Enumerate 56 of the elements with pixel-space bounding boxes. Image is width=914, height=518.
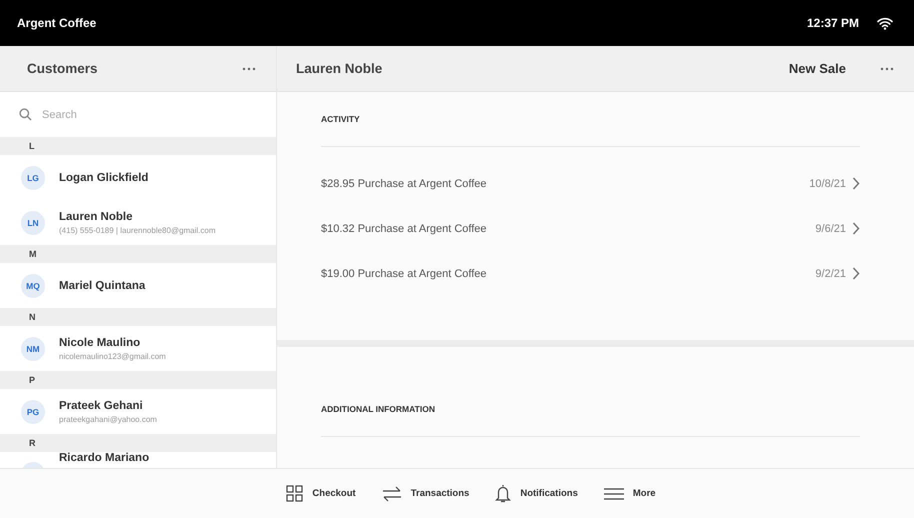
customer-name: Logan Glickfield [59,172,148,184]
customer-name: Prateek Gehani [59,400,144,412]
grid-icon [286,485,304,502]
nav-tab[interactable]: More [602,486,658,502]
activity-date: 10/8/21 [809,178,846,190]
section-letter: P [29,375,36,385]
chevron-icon [852,177,860,190]
search-field[interactable]: Search [40,108,244,122]
customer-row[interactable]: PG Prateek Gehani prateekgahani@yahoo.com [0,389,276,434]
section-letter: M [29,249,36,259]
activity-text: $19.00 Purchase at Argent Coffee [321,268,487,280]
activity-text: $10.32 Purchase at Argent Coffee [321,222,487,234]
activity-row[interactable]: $19.00 Purchase at Argent Coffee 9/2/21 [321,251,860,296]
clock-time: 12:37 PM [806,16,859,30]
nav-tab[interactable]: Transactions [380,484,472,504]
activity-date: 9/6/21 [815,222,846,234]
chevron-icon [852,222,860,235]
ellipsis-icon [880,66,894,70]
customer-row[interactable]: LG Logan Glickfield [0,155,276,200]
activity-date: 9/2/21 [815,268,846,280]
app-title: Argent Coffee [17,16,96,30]
avatar-initials: PG [21,400,45,424]
customer-name: Mariel Quintana [59,280,146,292]
panel-title: Customers [27,61,98,76]
customer-row[interactable]: NM Nicole Maulino nicolemaulino123@gmail.com [0,326,276,371]
section-letter: R [29,438,36,448]
activity-row[interactable]: $28.95 Purchase at Argent Coffee 10/8/21 [321,161,860,206]
customer-contact: nicolemaulino123@gmail.com [59,352,166,360]
nav-tab[interactable]: Notifications [493,482,580,505]
nav-tab[interactable]: Checkout [284,483,358,504]
customer-name: Nicole Maulino [59,336,142,348]
customer-row[interactable]: LN Lauren Noble (415) 555-0189 | laurennoble80@gmail.com [0,200,276,245]
customer-row[interactable]: MQ Mariel Quintana [0,263,276,308]
swap-arrows-icon [382,486,402,502]
activity-text: $28.95 Purchase at Argent Coffee [321,178,487,190]
section-letter: N [29,312,36,322]
activity-row[interactable]: $10.32 Purchase at Argent Coffee 9/6/21 [321,206,860,251]
section-heading: ACTIVITY [321,114,360,124]
avatar-initials: LN [21,210,45,234]
customer-title: Lauren Noble [296,61,382,76]
customer-contact: prateekgahani@yahoo.com [59,414,157,424]
section-letter: L [29,141,34,151]
customer-name: Lauren Noble [59,210,134,222]
ellipsis-icon [242,66,256,70]
search-icon [19,108,32,121]
new-sale-button[interactable]: New Sale [786,59,848,78]
avatar-initials: LG [21,166,45,190]
customer-name: Ricardo Mariano [59,452,150,464]
avatar-initials: NM [21,336,45,360]
bell-icon [495,484,512,503]
avatar-initials: MQ [21,274,45,298]
customer-contact: (415) 555-0189 | laurennoble80@gmail.com [59,226,216,234]
section-heading: ADDITIONAL INFORMATION [321,404,435,414]
menu-icon [604,488,624,500]
wifi-icon [877,16,893,30]
chevron-icon [852,267,860,280]
